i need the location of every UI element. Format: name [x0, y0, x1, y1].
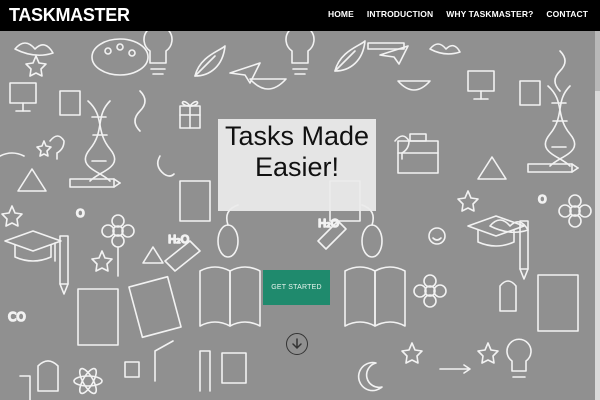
h2o-doodle: H₂O [318, 217, 340, 230]
star-icon [477, 342, 499, 364]
frame-icon [537, 274, 579, 332]
bowl-icon [249, 78, 287, 90]
nav-why-link[interactable]: WHY TASKMASTER? [446, 9, 533, 19]
arrow-down-icon [292, 338, 302, 350]
dna-icon [544, 85, 576, 167]
get-started-button[interactable]: GET STARTED [263, 270, 330, 305]
squiggle-doodle [134, 90, 146, 132]
flower-icon [558, 194, 592, 228]
lightbulb-icon [506, 338, 532, 378]
question-mark-icon [394, 135, 410, 160]
nav-home-link[interactable]: HOME [328, 9, 354, 19]
palette-icon [91, 38, 149, 76]
paper-plane-icon [229, 62, 261, 84]
mouse-icon [217, 204, 239, 258]
frame-icon [221, 352, 247, 384]
moon-icon [357, 361, 383, 392]
monitor-icon [9, 82, 37, 112]
magnifier-doodle [156, 155, 175, 177]
star-icon [91, 250, 113, 272]
leaf-icon [334, 40, 366, 72]
flower-icon [413, 274, 447, 308]
book-icon [199, 266, 261, 327]
notebook-icon [179, 180, 211, 222]
scroll-down-button[interactable] [286, 333, 308, 355]
o2-doodle: O [538, 193, 547, 206]
box-icon [519, 80, 541, 106]
atom-icon [73, 367, 103, 395]
box-icon [59, 90, 81, 116]
bowl-icon [397, 80, 431, 91]
bottle-icon [19, 375, 31, 400]
mouse-icon [361, 204, 383, 258]
lightbulb-icon [143, 31, 173, 75]
question-mark-icon [49, 135, 65, 160]
smiley-icon [428, 227, 446, 245]
gift-icon [179, 100, 201, 129]
book-icon [344, 266, 406, 327]
squiggle-doodle [554, 50, 566, 92]
nav-contact-link[interactable]: CONTACT [546, 9, 588, 19]
tablet-icon [128, 275, 182, 339]
graduation-cap-icon [4, 230, 62, 262]
cloud-icon [14, 42, 54, 57]
top-navbar: TASKMASTER HOME INTRODUCTION WHY TASKMAS… [0, 0, 600, 31]
scrollbar-thumb[interactable] [595, 31, 600, 91]
squiggle-doodle [0, 152, 25, 157]
ruler-icon [199, 350, 211, 392]
hero-section: CO O O H₂O H₂O Tasks Made Easier! GET ST… [0, 31, 600, 400]
flask-icon [499, 280, 517, 312]
headline-line-1: Tasks Made [224, 121, 370, 151]
headline-line-2: Easier! [254, 152, 340, 182]
cloud-icon [429, 43, 461, 55]
nav-introduction-link[interactable]: INTRODUCTION [367, 9, 433, 19]
star-icon [25, 55, 47, 77]
ruler-icon [367, 42, 405, 50]
lightbulb-icon [285, 31, 315, 75]
star-icon [1, 205, 23, 227]
pencil-icon [59, 235, 69, 295]
triangle-icon [142, 246, 164, 264]
page-scrollbar[interactable] [595, 31, 600, 400]
briefcase-icon [397, 133, 439, 174]
hero-headline: Tasks Made Easier! [218, 119, 376, 183]
co2-doodle: CO [8, 310, 26, 324]
leaf-icon [194, 45, 226, 77]
pencil-icon [527, 163, 579, 173]
nav-menu: HOME INTRODUCTION WHY TASKMASTER? CONTAC… [328, 9, 588, 19]
o2-doodle: O [76, 207, 85, 220]
frame-icon [77, 288, 119, 346]
monitor-icon [467, 70, 495, 100]
star-icon [401, 342, 423, 364]
cup-icon [124, 361, 140, 378]
star-icon [36, 140, 52, 157]
triangle-icon [477, 156, 507, 180]
h2o-doodle: H₂O [168, 233, 190, 246]
cupcake-icon [37, 360, 59, 392]
headline-box: Tasks Made Easier! [218, 119, 376, 211]
triangle-icon [17, 168, 47, 192]
dna-icon [84, 100, 116, 182]
lamp-icon [154, 340, 174, 382]
arrow-icon [439, 364, 471, 374]
star-icon [457, 190, 479, 212]
brand-logo[interactable]: TASKMASTER [9, 5, 130, 26]
pencil-icon [69, 178, 121, 188]
